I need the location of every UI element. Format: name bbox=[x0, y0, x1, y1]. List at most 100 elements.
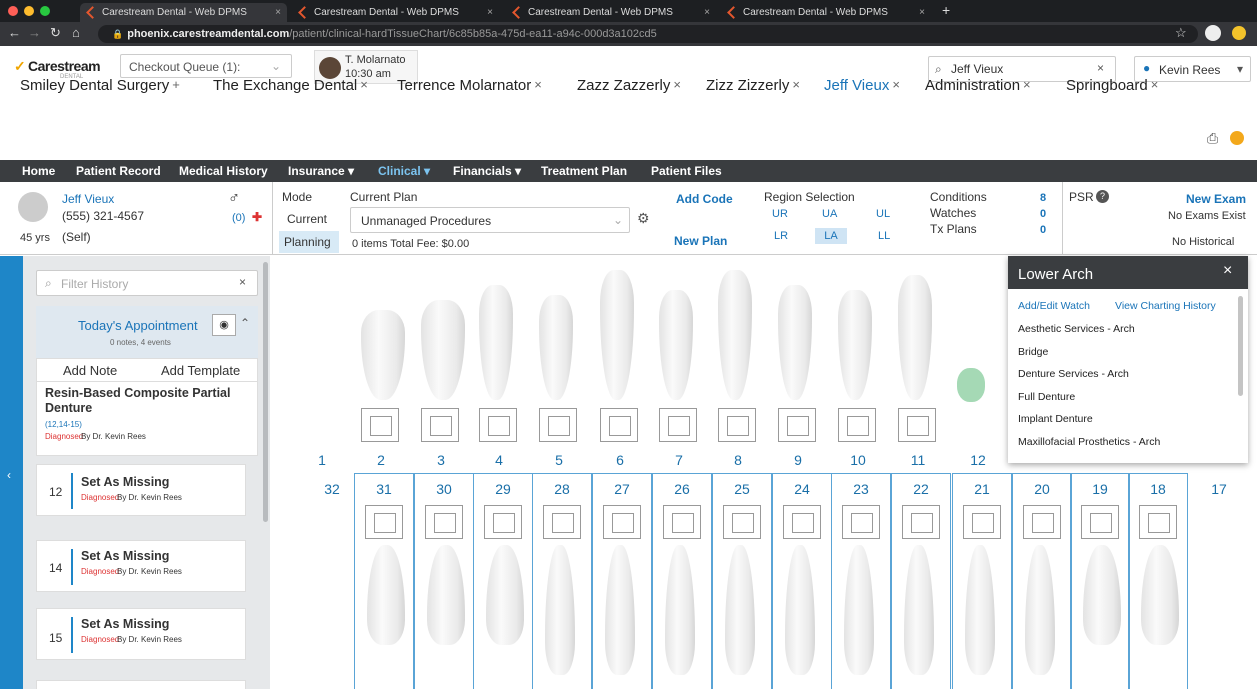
tooth-number[interactable]: 29 bbox=[483, 481, 523, 497]
tooth-number[interactable]: 2 bbox=[361, 452, 401, 468]
tooth-number[interactable]: 17 bbox=[1199, 481, 1239, 497]
nav-insurance[interactable]: Insurance ▾ bbox=[288, 164, 354, 178]
sidebar-scrollbar[interactable] bbox=[263, 262, 268, 522]
gear-icon[interactable]: ⚙ bbox=[637, 210, 650, 227]
extension-icon[interactable] bbox=[1232, 26, 1246, 40]
nav-patient-files[interactable]: Patient Files bbox=[651, 164, 722, 178]
tooth-surface-grid[interactable] bbox=[1081, 505, 1119, 539]
tooth-surface-grid[interactable] bbox=[600, 408, 638, 442]
add-template-button[interactable]: Add Template bbox=[161, 363, 240, 378]
tooth-surface-grid[interactable] bbox=[898, 408, 936, 442]
tooth-surface-grid[interactable] bbox=[425, 505, 463, 539]
medical-alerts[interactable]: (0) bbox=[232, 212, 245, 224]
todays-appointment-header[interactable]: Today's Appointment 0 notes, 4 events ◉ … bbox=[36, 306, 258, 358]
tooth-surface-grid[interactable] bbox=[603, 505, 641, 539]
new-plan-button[interactable]: New Plan bbox=[674, 234, 727, 248]
history-entry[interactable]: 12 Set As Missing Diagnosed By Dr. Kevin… bbox=[36, 464, 246, 516]
popup-scrollbar[interactable] bbox=[1238, 296, 1243, 396]
add-edit-watch-link[interactable]: Add/Edit Watch bbox=[1018, 300, 1090, 312]
bookmark-star-icon[interactable]: ☆ bbox=[1175, 25, 1187, 41]
history-entry[interactable]: 15 Set As Missing Diagnosed By Dr. Kevin… bbox=[36, 608, 246, 660]
region-lr[interactable]: LR bbox=[774, 230, 788, 242]
tooth-number[interactable]: 30 bbox=[424, 481, 464, 497]
clear-filter-icon[interactable]: × bbox=[239, 275, 246, 289]
checkout-queue-select[interactable]: Checkout Queue (1): ⌄ bbox=[120, 54, 292, 78]
popup-item[interactable]: Denture Services - Arch bbox=[1018, 368, 1129, 380]
sidebar-collapse-strip[interactable]: ‹ bbox=[0, 256, 23, 689]
tab-smiley-dental-surgery[interactable]: Smiley Dental Surgery + bbox=[20, 77, 180, 94]
tooth-number[interactable]: 11 bbox=[898, 452, 938, 468]
help-icon[interactable]: ? bbox=[1096, 190, 1109, 203]
tooth-number[interactable]: 12 bbox=[958, 452, 998, 468]
browser-tab[interactable]: Carestream Dental - Web DPMS × bbox=[292, 3, 499, 22]
tooth-surface-grid[interactable] bbox=[718, 408, 756, 442]
tooth-number[interactable]: 31 bbox=[364, 481, 404, 497]
tooth-number[interactable]: 19 bbox=[1080, 481, 1120, 497]
tooth-number[interactable]: 27 bbox=[602, 481, 642, 497]
patient-name[interactable]: Jeff Vieux bbox=[62, 192, 114, 206]
tooth-surface-grid[interactable] bbox=[421, 408, 459, 442]
tooth-number[interactable]: 9 bbox=[778, 452, 818, 468]
browser-tab[interactable]: Carestream Dental - Web DPMS × bbox=[506, 3, 716, 22]
tooth-surface-grid[interactable] bbox=[365, 505, 403, 539]
clear-search-icon[interactable]: × bbox=[1097, 61, 1104, 75]
tooth-number[interactable]: 18 bbox=[1138, 481, 1178, 497]
close-tab-icon[interactable]: × bbox=[360, 77, 368, 92]
tooth-number[interactable]: 8 bbox=[718, 452, 758, 468]
tooth-surface-grid[interactable] bbox=[902, 505, 940, 539]
region-ul[interactable]: UL bbox=[876, 208, 890, 220]
tooth-surface-grid[interactable] bbox=[1023, 505, 1061, 539]
tooth-surface-grid[interactable] bbox=[723, 505, 761, 539]
popup-item[interactable]: Aesthetic Services - Arch bbox=[1018, 323, 1135, 335]
forward-icon[interactable]: → bbox=[28, 25, 41, 40]
tooth-surface-grid[interactable] bbox=[842, 505, 880, 539]
tooth-surface-grid[interactable] bbox=[659, 408, 697, 442]
tab-zazz-zazzerly[interactable]: Zazz Zazzerly × bbox=[577, 77, 681, 94]
popup-item[interactable]: Maxillofacial Prosthetics - Arch bbox=[1018, 436, 1160, 448]
tab-terrence-molarnator[interactable]: Terrence Molarnator × bbox=[397, 77, 542, 94]
tab-the-exchange-dental[interactable]: The Exchange Dental × bbox=[213, 77, 368, 94]
tooth-surface-grid[interactable] bbox=[838, 408, 876, 442]
close-popup-icon[interactable]: × bbox=[1223, 262, 1232, 280]
tab-zizz-zizzerly[interactable]: Zizz Zizzerly × bbox=[706, 77, 800, 94]
tooth-number[interactable]: 7 bbox=[659, 452, 699, 468]
tooth-number[interactable]: 3 bbox=[421, 452, 461, 468]
tooth-surface-grid[interactable] bbox=[543, 505, 581, 539]
popup-item[interactable]: Implant Denture bbox=[1018, 413, 1093, 425]
region-ur[interactable]: UR bbox=[772, 208, 788, 220]
tx-plans-count[interactable]: 0 bbox=[1040, 224, 1046, 236]
tooth-number[interactable]: 25 bbox=[722, 481, 762, 497]
tooth-number[interactable]: 32 bbox=[312, 481, 352, 497]
view-charting-history-link[interactable]: View Charting History bbox=[1115, 300, 1216, 312]
help-icon[interactable] bbox=[1230, 131, 1244, 145]
tooth-surface-grid[interactable] bbox=[663, 505, 701, 539]
tooth-number[interactable]: 23 bbox=[841, 481, 881, 497]
profile-icon[interactable] bbox=[1205, 25, 1221, 41]
tooth-number[interactable]: 28 bbox=[542, 481, 582, 497]
close-tab-icon[interactable]: × bbox=[1023, 77, 1031, 92]
tab-administration[interactable]: Administration × bbox=[925, 77, 1031, 94]
conditions-count[interactable]: 8 bbox=[1040, 192, 1046, 204]
tooth-number[interactable]: 6 bbox=[600, 452, 640, 468]
tooth-number[interactable]: 21 bbox=[962, 481, 1002, 497]
tooth-number[interactable]: 4 bbox=[479, 452, 519, 468]
add-note-button[interactable]: Add Note bbox=[63, 363, 117, 378]
home-icon[interactable]: ⌂ bbox=[72, 25, 80, 40]
filter-history-input[interactable]: ⌕ Filter History × bbox=[36, 270, 258, 296]
current-plan-select[interactable]: Unmanaged Procedures ⌄ bbox=[350, 207, 630, 233]
tooth-number[interactable]: 5 bbox=[539, 452, 579, 468]
add-code-button[interactable]: Add Code bbox=[676, 192, 733, 206]
region-ll[interactable]: LL bbox=[878, 230, 890, 242]
popup-item[interactable]: Full Denture bbox=[1018, 391, 1075, 403]
tooth-surface-grid[interactable] bbox=[484, 505, 522, 539]
reload-icon[interactable]: ↻ bbox=[50, 25, 61, 41]
new-exam-button[interactable]: New Exam bbox=[1186, 192, 1246, 206]
region-ua[interactable]: UA bbox=[822, 208, 837, 220]
tooth-surface-grid[interactable] bbox=[963, 505, 1001, 539]
history-entry[interactable] bbox=[36, 680, 246, 689]
browser-tab[interactable]: Carestream Dental - Web DPMS × bbox=[721, 3, 931, 22]
nav-medical-history[interactable]: Medical History bbox=[179, 164, 268, 178]
chevron-left-icon[interactable]: ‹ bbox=[7, 468, 11, 482]
close-tab-icon[interactable]: × bbox=[275, 3, 281, 22]
tooth-number[interactable]: 26 bbox=[662, 481, 702, 497]
